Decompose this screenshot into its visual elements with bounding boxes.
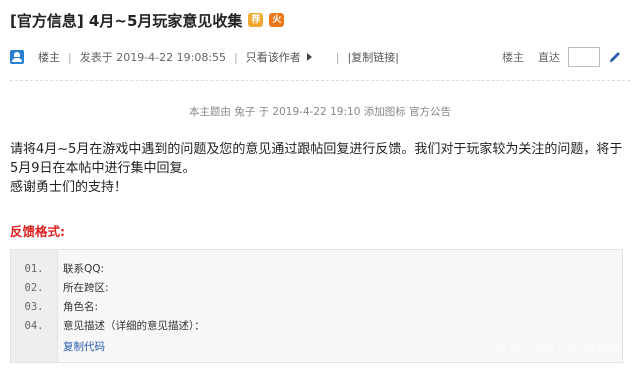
code-line: 04. 意见描述（详细的意见描述）： [11, 317, 205, 335]
code-line: 03. 角色名: [11, 298, 99, 316]
thread-title: [官方信息] 4月~5月玩家意见收集 [10, 11, 243, 30]
play-arrow-icon [306, 53, 312, 61]
user-avatar-icon[interactable] [10, 50, 24, 64]
line-number: 02. [24, 282, 44, 294]
only-author-link[interactable]: 只看该作者 [246, 49, 301, 65]
feedback-format-heading: 反馈格式: [10, 224, 65, 239]
code-line: 02. 所在跨区: [11, 279, 109, 297]
line-number: 04. [24, 320, 44, 332]
floor-jump-tools: 楼主 直达 [502, 46, 622, 68]
floor-label: 楼主 [38, 51, 60, 64]
hot-badge: 火 [269, 13, 285, 27]
line-number: 01. [24, 263, 44, 275]
thread-title-bar: [官方信息] 4月~5月玩家意见收集 荐 火 [10, 8, 285, 32]
body-paragraph: 感谢勇士们的支持！ [10, 180, 128, 195]
header-divider [10, 80, 630, 82]
floor-jump-input[interactable] [568, 47, 600, 67]
body-paragraph: 请将4月~5月在游戏中遇到的问题及您的意见通过跟帖回复进行反馈。我们对于玩家较为… [10, 142, 623, 176]
floor-label-right: 楼主 [502, 51, 524, 64]
line-number: 03. [24, 301, 44, 313]
code-line-text: 意见描述（详细的意见描述）： [63, 320, 205, 332]
jump-label: 直达 [538, 51, 560, 64]
post-info-bar: 楼主 | 发表于 2019-4-22 19:08:55 | 只看该作者 | |复… [10, 46, 630, 68]
code-line: 01. 联系QQ: [11, 260, 105, 278]
moderation-note: 本主题由 兔子 于 2019-4-22 19:10 添加图标 官方公告 [188, 106, 452, 118]
separator: | [335, 50, 340, 64]
copy-link-button[interactable]: |复制链接| [347, 49, 398, 65]
recommended-badge: 荐 [248, 13, 264, 27]
watermark-text: 百家号/Mrjlm·网易游 [495, 342, 622, 356]
pencil-icon[interactable] [608, 50, 622, 64]
code-line-text: 联系QQ: [63, 263, 105, 275]
post-content: 请将4月~5月在游戏中遇到的问题及您的意见通过跟帖回复进行反馈。我们对于玩家较为… [10, 140, 626, 197]
copy-code-button[interactable]: 复制代码 [63, 339, 105, 354]
code-line-text: 所在跨区: [63, 282, 109, 294]
separator: | [234, 50, 238, 64]
code-line-text: 角色名: [63, 301, 99, 313]
separator: | [68, 50, 72, 64]
post-timestamp: 发表于 2019-4-22 19:08:55 [79, 51, 227, 64]
